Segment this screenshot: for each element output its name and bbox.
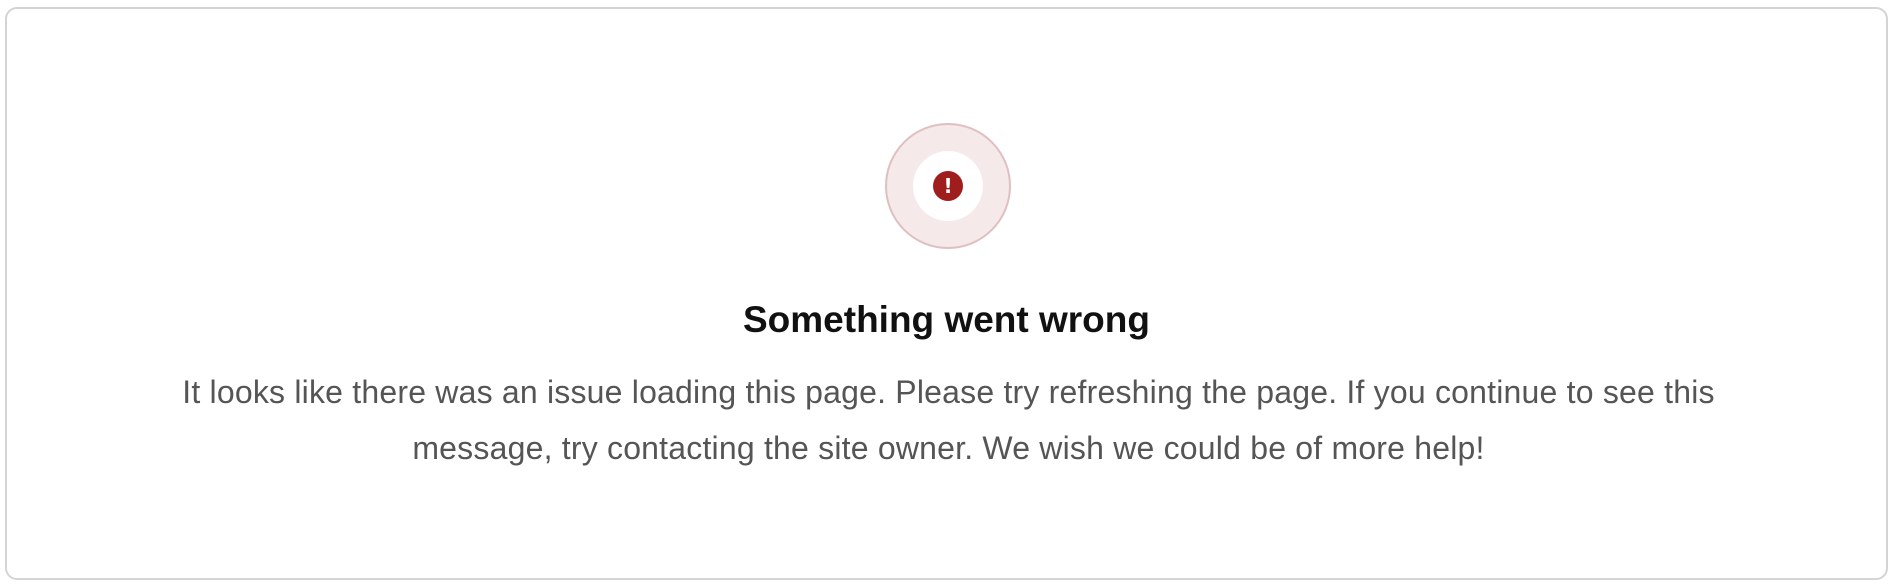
error-icon-backdrop: !	[913, 151, 983, 221]
exclamation-icon: !	[933, 171, 963, 201]
error-icon-ring: !	[885, 123, 1011, 249]
error-message: It looks like there was an issue loading…	[182, 374, 1715, 466]
error-title: Something went wrong	[743, 299, 1150, 340]
error-card: ! Something went wrong It looks like the…	[5, 7, 1888, 580]
